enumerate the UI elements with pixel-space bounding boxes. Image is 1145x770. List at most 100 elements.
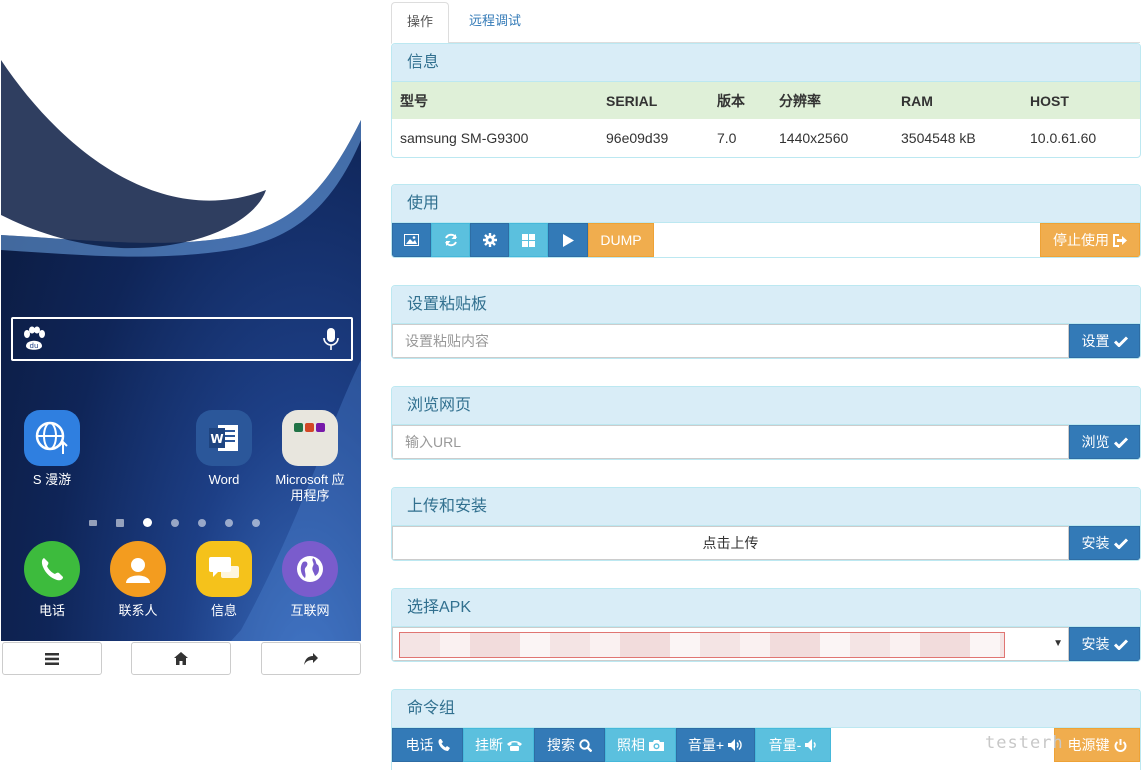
upload-panel: 上传和安装 点击上传 安装 bbox=[391, 487, 1141, 561]
play-icon bbox=[562, 233, 574, 247]
app-contacts[interactable]: 联系人 bbox=[98, 541, 178, 619]
settings-button[interactable] bbox=[470, 223, 509, 257]
search-label: 搜索 bbox=[547, 737, 575, 753]
clipboard-title: 设置粘贴板 bbox=[392, 286, 1140, 324]
browse-label: 浏览 bbox=[1081, 434, 1110, 450]
phone-screen[interactable]: ▢ ◷ ▢ ... N 100% 16:32 du S 漫游 W Word Mi… bbox=[1, 0, 361, 641]
volume-up-button[interactable]: 音量+ bbox=[676, 728, 755, 762]
clipboard-input[interactable]: 设置粘贴内容 bbox=[392, 324, 1069, 358]
apk-select-value-redacted bbox=[399, 632, 1005, 658]
sign-out-icon bbox=[1113, 233, 1127, 247]
app-microsoft[interactable]: Microsoft 应用程序 bbox=[270, 410, 350, 504]
page-dot bbox=[225, 518, 233, 527]
usage-panel: 使用 DUMP 停止使用 bbox=[391, 184, 1141, 258]
phone-icon bbox=[438, 739, 450, 751]
phone-alt-icon bbox=[507, 740, 522, 751]
app-s-roaming[interactable]: S 漫游 bbox=[12, 410, 92, 488]
microphone-icon[interactable] bbox=[323, 327, 339, 351]
volume-down-label: 音量- bbox=[768, 737, 802, 753]
share-arrow-icon bbox=[304, 652, 318, 665]
header-serial: SERIAL bbox=[598, 82, 709, 119]
play-button[interactable] bbox=[548, 223, 588, 257]
usage-title: 使用 bbox=[392, 185, 1140, 223]
upload-area[interactable]: 点击上传 bbox=[392, 526, 1069, 560]
refresh-button[interactable] bbox=[431, 223, 470, 257]
power-button[interactable]: 电源键 bbox=[1054, 728, 1140, 762]
volume-up-label: 音量+ bbox=[687, 737, 725, 753]
browse-button[interactable]: 浏览 bbox=[1069, 425, 1140, 459]
globe-transfer-icon bbox=[24, 410, 80, 466]
power-label: 电源键 bbox=[1067, 737, 1110, 753]
apk-title: 选择APK bbox=[392, 589, 1140, 627]
status-notifications: ▢ ◷ ▢ ... bbox=[9, 5, 85, 20]
dump-button[interactable]: DUMP bbox=[588, 223, 654, 257]
volume-down-button[interactable]: 音量- bbox=[755, 728, 831, 762]
tab-operate[interactable]: 操作 bbox=[391, 2, 450, 44]
page-dot bbox=[198, 518, 206, 527]
check-icon bbox=[1113, 335, 1128, 347]
volume-up-icon bbox=[728, 739, 742, 751]
apk-panel: 选择APK ▼ 安装 bbox=[391, 588, 1141, 662]
apps-grid-button[interactable] bbox=[509, 223, 548, 257]
baidu-paw-icon: du bbox=[24, 326, 45, 350]
install-apk-button[interactable]: 安装 bbox=[1069, 627, 1140, 661]
install-apk-label: 安装 bbox=[1081, 636, 1110, 652]
app-label: S 漫游 bbox=[32, 472, 72, 487]
search-button[interactable]: 搜索 bbox=[534, 728, 605, 762]
messages-icon bbox=[196, 541, 252, 597]
baidu-search-bar[interactable]: du bbox=[11, 317, 353, 361]
home-button[interactable] bbox=[131, 642, 231, 675]
app-word[interactable]: W Word bbox=[184, 410, 264, 488]
tab-remote-debug[interactable]: 远程调试 bbox=[454, 2, 536, 41]
screenshot-button[interactable] bbox=[392, 223, 431, 257]
phone-command-label: 电话 bbox=[405, 737, 434, 753]
clipboard-panel: 设置粘贴板 设置粘贴内容 设置 bbox=[391, 285, 1141, 359]
camera-button[interactable]: 照相 bbox=[605, 728, 676, 762]
header-ram: RAM bbox=[893, 82, 1022, 119]
volume-down-icon bbox=[805, 739, 817, 751]
home-page-icon bbox=[116, 518, 124, 527]
set-clipboard-button[interactable]: 设置 bbox=[1069, 324, 1140, 358]
camera-label: 照相 bbox=[617, 737, 645, 753]
install-upload-button[interactable]: 安装 bbox=[1069, 526, 1140, 560]
app-messages[interactable]: 信息 bbox=[184, 541, 264, 619]
watermark: testerh bbox=[985, 733, 1064, 753]
svg-text:W: W bbox=[210, 432, 223, 446]
phone-icon bbox=[24, 541, 80, 597]
page-dot bbox=[252, 518, 260, 527]
hangup-button[interactable]: 挂断 bbox=[463, 728, 534, 762]
wifi-icon bbox=[231, 5, 244, 20]
app-phone[interactable]: 电话 bbox=[12, 541, 92, 619]
grid-icon bbox=[522, 233, 535, 247]
set-clipboard-label: 设置 bbox=[1081, 333, 1110, 349]
app-internet[interactable]: 互联网 bbox=[270, 541, 350, 619]
browse-title: 浏览网页 bbox=[392, 387, 1140, 425]
back-button[interactable] bbox=[261, 642, 361, 675]
app-label: 联系人 bbox=[118, 603, 158, 618]
header-model: 型号 bbox=[392, 82, 598, 119]
app-label: Microsoft 应用程序 bbox=[275, 472, 345, 503]
check-icon bbox=[1113, 436, 1128, 448]
menu-button[interactable] bbox=[2, 642, 102, 675]
check-icon bbox=[1113, 638, 1128, 650]
check-icon bbox=[1113, 537, 1128, 549]
info-panel: 信息 型号 SERIAL 版本 分辨率 RAM HOST samsung SM-… bbox=[391, 43, 1141, 158]
install-label: 安装 bbox=[1081, 535, 1110, 551]
apk-select[interactable]: ▼ bbox=[392, 627, 1069, 661]
phone-command-button[interactable]: 电话 bbox=[392, 728, 463, 762]
office-folder-icon bbox=[282, 410, 338, 466]
stop-use-button[interactable]: 停止使用 bbox=[1040, 223, 1140, 257]
cell-version: 7.0 bbox=[717, 129, 737, 146]
url-input[interactable]: 输入URL bbox=[392, 425, 1069, 459]
search-icon bbox=[579, 738, 592, 752]
camera-icon bbox=[649, 740, 664, 751]
header-resolution: 分辨率 bbox=[771, 82, 893, 119]
picture-icon bbox=[404, 234, 419, 246]
cell-model: samsung SM-G9300 bbox=[400, 129, 529, 146]
status-bar: ▢ ◷ ▢ ... N 100% 16:32 bbox=[1, 0, 361, 26]
gear-icon bbox=[482, 233, 497, 247]
clock: 16:32 bbox=[320, 5, 353, 20]
contacts-icon bbox=[110, 541, 166, 597]
header-version: 版本 bbox=[709, 82, 771, 119]
page-indicator bbox=[89, 518, 260, 527]
